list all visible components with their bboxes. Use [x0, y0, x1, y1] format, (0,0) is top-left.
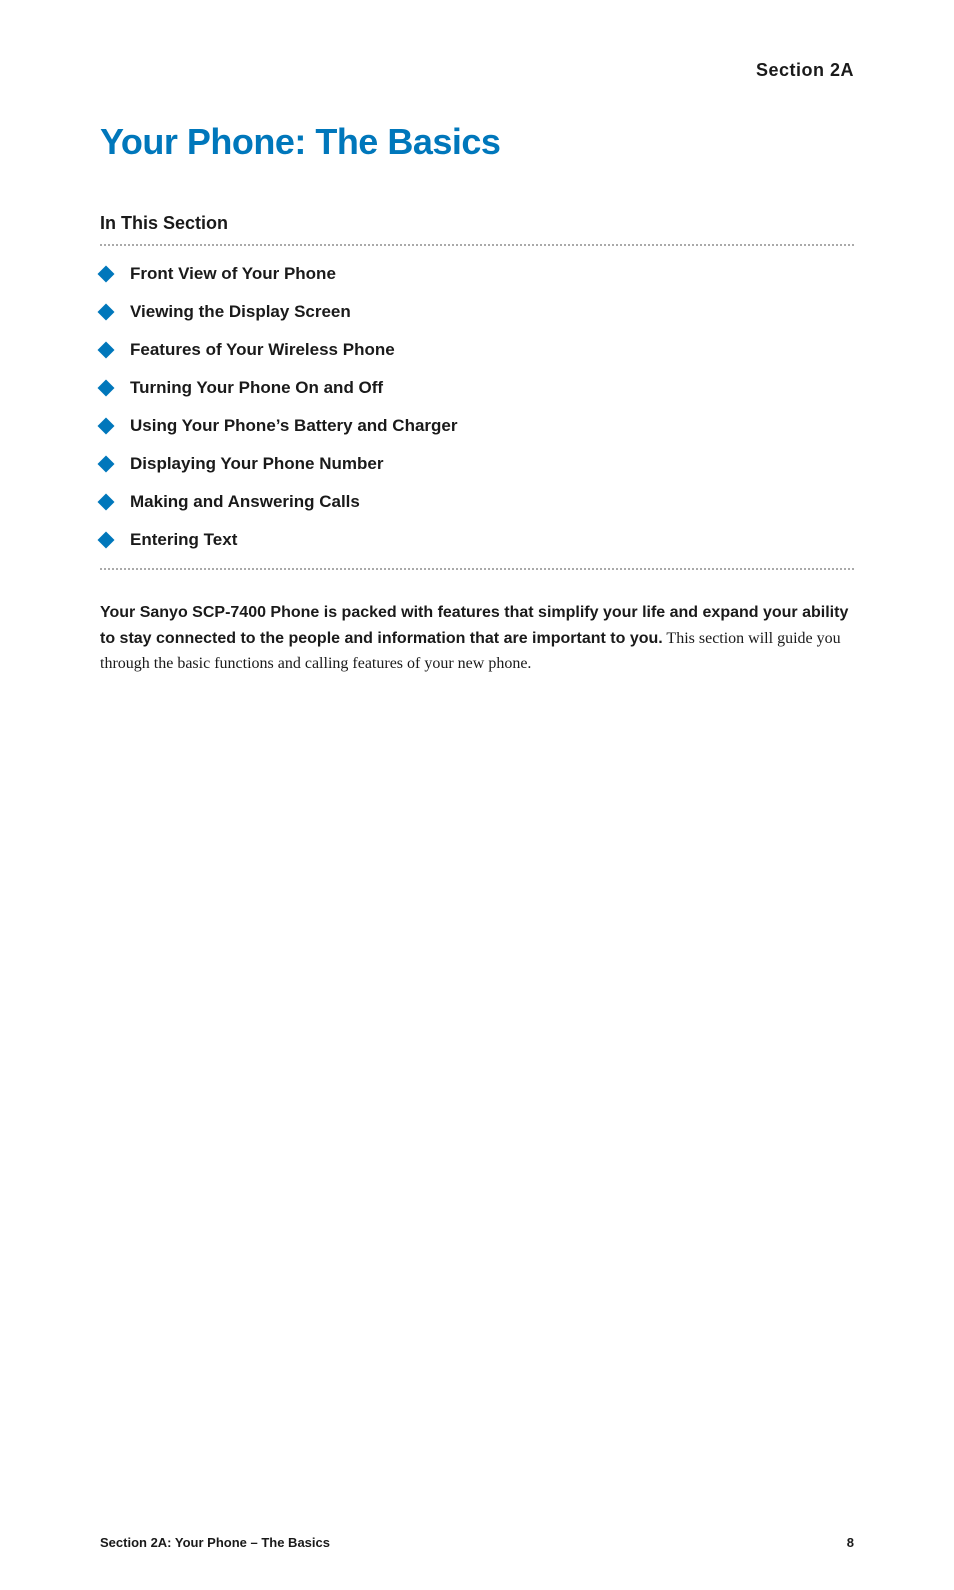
toc-item-label-8: Entering Text: [130, 530, 237, 550]
page-title: Your Phone: The Basics: [100, 121, 854, 163]
toc-item-label-5: Using Your Phone’s Battery and Charger: [130, 416, 457, 436]
toc-item-5: Using Your Phone’s Battery and Charger: [100, 416, 854, 436]
toc-item-label-4: Turning Your Phone On and Off: [130, 378, 383, 398]
bottom-divider: [100, 568, 854, 570]
top-divider: [100, 244, 854, 246]
diamond-icon-7: [98, 494, 115, 511]
section-label: Section 2A: [100, 60, 854, 81]
in-this-section-heading: In This Section: [100, 213, 854, 234]
diamond-icon-1: [98, 266, 115, 283]
diamond-icon-4: [98, 380, 115, 397]
page-container: Section 2A Your Phone: The Basics In Thi…: [0, 0, 954, 1590]
diamond-icon-3: [98, 342, 115, 359]
toc-item-1: Front View of Your Phone: [100, 264, 854, 284]
diamond-icon-6: [98, 456, 115, 473]
diamond-icon-2: [98, 304, 115, 321]
toc-item-label-6: Displaying Your Phone Number: [130, 454, 383, 474]
toc-item-3: Features of Your Wireless Phone: [100, 340, 854, 360]
toc-item-6: Displaying Your Phone Number: [100, 454, 854, 474]
toc-item-label-1: Front View of Your Phone: [130, 264, 336, 284]
toc-item-2: Viewing the Display Screen: [100, 302, 854, 322]
footer-left-text: Section 2A: Your Phone – The Basics: [100, 1535, 330, 1550]
toc-list: Front View of Your Phone Viewing the Dis…: [100, 264, 854, 550]
diamond-icon-8: [98, 532, 115, 549]
toc-item-label-7: Making and Answering Calls: [130, 492, 360, 512]
diamond-icon-5: [98, 418, 115, 435]
intro-paragraph: Your Sanyo SCP-7400 Phone is packed with…: [100, 600, 854, 677]
toc-item-4: Turning Your Phone On and Off: [100, 378, 854, 398]
toc-item-7: Making and Answering Calls: [100, 492, 854, 512]
footer-page-number: 8: [847, 1535, 854, 1550]
toc-item-8: Entering Text: [100, 530, 854, 550]
toc-item-label-2: Viewing the Display Screen: [130, 302, 351, 322]
toc-item-label-3: Features of Your Wireless Phone: [130, 340, 395, 360]
page-footer: Section 2A: Your Phone – The Basics 8: [100, 1535, 854, 1550]
